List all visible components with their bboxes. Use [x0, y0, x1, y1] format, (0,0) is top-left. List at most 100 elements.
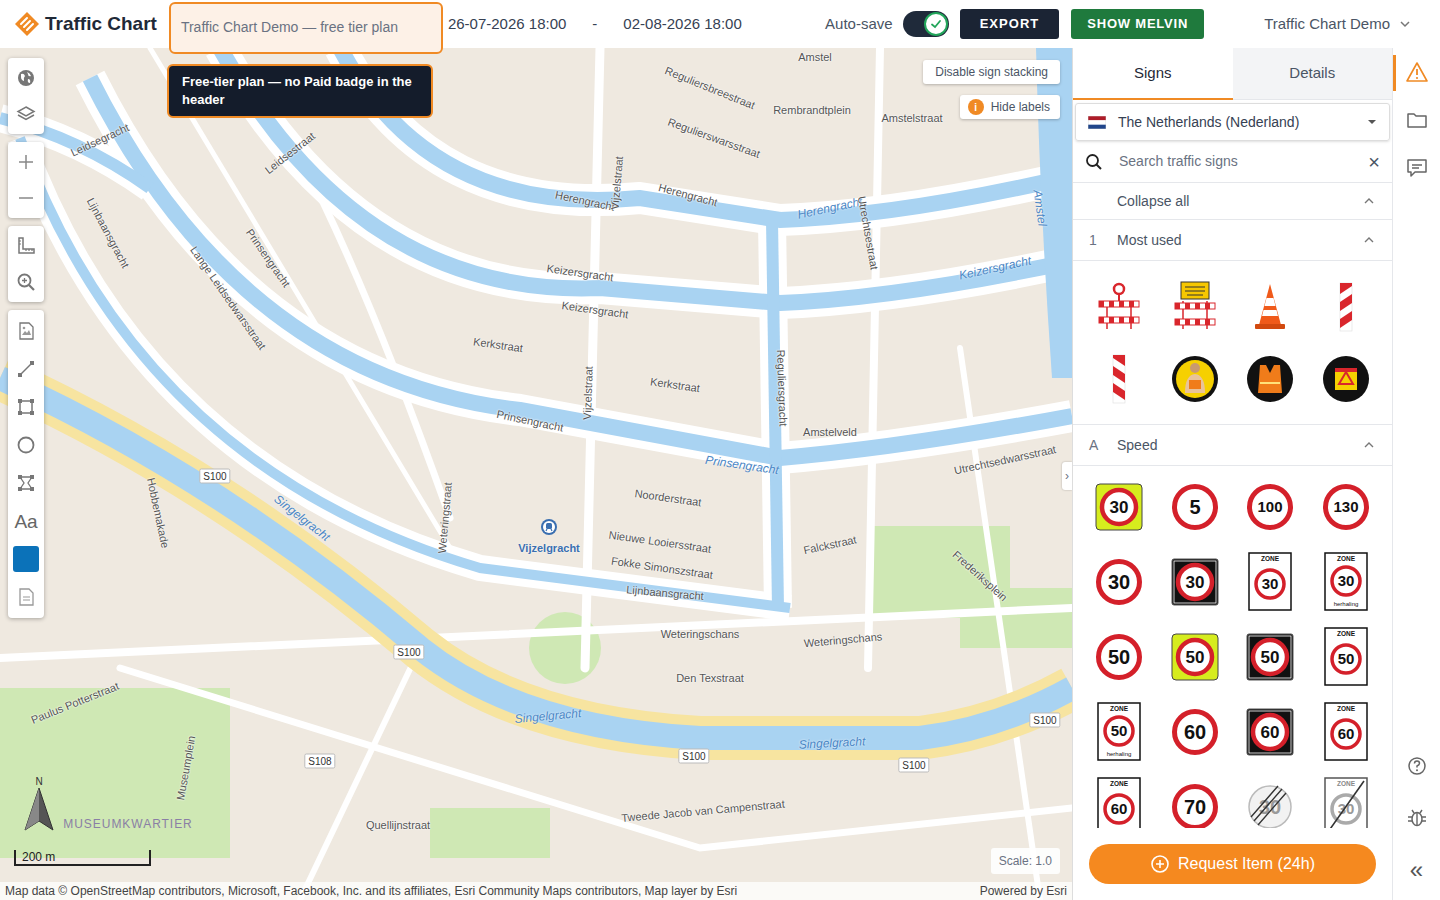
sign-tile[interactable] — [1233, 343, 1309, 415]
panel-collapse-handle[interactable]: › — [1062, 462, 1072, 490]
sign-tile[interactable] — [1308, 271, 1384, 343]
speed-sign[interactable]: ZONE50 — [1322, 627, 1370, 687]
toolbar-button[interactable]: Aa — [8, 502, 44, 540]
start-date[interactable]: 26-07-2026 18:00 — [448, 13, 566, 36]
sign-tile[interactable]: 30 — [1081, 544, 1157, 619]
speed-sign[interactable]: 30 — [1095, 483, 1143, 531]
speed-sign[interactable]: 30 — [1171, 558, 1219, 606]
rail-button[interactable] — [1393, 48, 1440, 96]
collapse-all-row[interactable]: Collapse all — [1073, 183, 1392, 220]
sign-tile[interactable]: ZONE30herhaling — [1308, 544, 1384, 619]
section-header[interactable]: ASpeed — [1073, 425, 1392, 466]
toolbar-button[interactable] — [8, 180, 44, 216]
sign-tile[interactable]: 130 — [1308, 469, 1384, 544]
speed-sign[interactable]: 5 — [1171, 483, 1219, 531]
end-date[interactable]: 02-08-2026 18:00 — [623, 13, 741, 36]
collapse-rail-button[interactable]: « — [1410, 858, 1423, 882]
speed-sign[interactable]: 100 — [1246, 483, 1294, 531]
speed-sign[interactable]: 60 — [1246, 708, 1294, 756]
speed-sign[interactable]: 60 — [1171, 708, 1219, 756]
show-melvin-button[interactable]: SHOW MELVIN — [1071, 9, 1204, 39]
toolbar-button[interactable] — [8, 578, 44, 616]
sign-tile[interactable] — [1233, 271, 1309, 343]
traffic-sign[interactable] — [1095, 353, 1143, 405]
panel-tab[interactable]: Details — [1233, 48, 1393, 100]
date-range[interactable]: 26-07-2026 18:00-02-08-2026 18:00 — [448, 0, 742, 48]
sign-tile[interactable]: ZONE30 — [1233, 544, 1309, 619]
sign-tile[interactable]: 30 — [1157, 544, 1233, 619]
sign-tile[interactable]: 50 — [1233, 619, 1309, 694]
speed-sign[interactable]: 50 — [1171, 633, 1219, 681]
speed-sign[interactable]: 130 — [1322, 483, 1370, 531]
rail-button[interactable]: « — [1393, 844, 1440, 896]
request-item-button[interactable]: Request Item (24h) — [1089, 844, 1376, 884]
sign-tile[interactable]: 30 — [1081, 469, 1157, 544]
toolbar-button[interactable] — [8, 540, 44, 578]
speed-sign[interactable]: ZONE60 — [1322, 702, 1370, 762]
speed-sign[interactable]: 70 — [1171, 783, 1219, 829]
speed-sign[interactable]: 30 — [1095, 558, 1143, 606]
traffic-sign[interactable] — [1171, 353, 1219, 405]
toolbar-button[interactable] — [8, 144, 44, 180]
sign-tile[interactable]: 100 — [1233, 469, 1309, 544]
speed-sign[interactable]: ZONE50herhaling — [1095, 702, 1143, 762]
toolbar-button[interactable] — [8, 96, 44, 132]
clear-search-button[interactable]: × — [1368, 152, 1380, 172]
sign-tile[interactable]: 60 — [1233, 694, 1309, 769]
account-menu[interactable]: Traffic Chart Demo — [1264, 13, 1412, 36]
sign-tile[interactable] — [1308, 343, 1384, 415]
traffic-sign[interactable] — [1171, 281, 1219, 333]
toolbar-button[interactable] — [8, 264, 44, 300]
speed-sign[interactable]: 30 — [1246, 783, 1294, 829]
sign-tile[interactable]: 50 — [1157, 619, 1233, 694]
sign-tile[interactable]: 60 — [1157, 694, 1233, 769]
traffic-sign[interactable] — [1095, 281, 1143, 333]
sign-tile[interactable] — [1081, 271, 1157, 343]
traffic-sign[interactable] — [1322, 281, 1370, 333]
toolbar-button[interactable] — [8, 388, 44, 426]
sign-tile[interactable]: ZONE30 — [1308, 769, 1384, 828]
sign-tile[interactable]: ZONE50 — [1308, 619, 1384, 694]
country-select[interactable]: The Netherlands (Nederland) — [1075, 103, 1390, 141]
toolbar-button[interactable] — [8, 228, 44, 264]
sign-tile[interactable]: 70 — [1157, 769, 1233, 828]
chevron-up-icon[interactable] — [1362, 438, 1376, 452]
sign-tile[interactable] — [1157, 271, 1233, 343]
traffic-sign[interactable] — [1246, 353, 1294, 405]
rail-button[interactable] — [1393, 740, 1440, 792]
speed-sign[interactable]: ZONE30herhaling — [1322, 552, 1370, 612]
traffic-sign[interactable] — [1322, 353, 1370, 405]
toolbar-button[interactable] — [8, 60, 44, 96]
color-swatch[interactable] — [13, 546, 39, 572]
autosave-toggle[interactable] — [903, 11, 949, 37]
speed-sign[interactable]: ZONE60 — [1095, 777, 1143, 829]
sign-tile[interactable]: ZONE60 — [1081, 769, 1157, 828]
rail-button[interactable] — [1393, 792, 1440, 844]
sign-tile[interactable]: ZONE60 — [1308, 694, 1384, 769]
disable-stacking-button[interactable]: Disable sign stacking — [923, 60, 1060, 84]
section-header[interactable]: 1Most used — [1073, 220, 1392, 261]
export-button[interactable]: EXPORT — [960, 9, 1060, 39]
map[interactable]: AmstelReguliersbreestraatRembrandtpleinA… — [0, 48, 1072, 900]
sign-tile[interactable] — [1157, 343, 1233, 415]
search-input[interactable] — [1119, 151, 1352, 172]
sign-tile[interactable] — [1081, 343, 1157, 415]
speed-sign[interactable]: ZONE30 — [1322, 777, 1370, 829]
sign-tile[interactable]: ZONE50herhaling — [1081, 694, 1157, 769]
toolbar-button[interactable] — [8, 464, 44, 502]
sign-tile[interactable]: 5 — [1157, 469, 1233, 544]
speed-sign[interactable]: ZONE30 — [1246, 552, 1294, 612]
traffic-sign[interactable] — [1246, 281, 1294, 333]
sign-tile[interactable]: 50 — [1081, 619, 1157, 694]
project-title-field[interactable]: Traffic Chart Demo — free tier plan — [169, 2, 443, 54]
sign-tile[interactable]: 30 — [1233, 769, 1309, 828]
toolbar-button[interactable] — [8, 312, 44, 350]
panel-tab[interactable]: Signs — [1073, 48, 1233, 100]
toolbar-button[interactable] — [8, 426, 44, 464]
toolbar-button[interactable] — [8, 350, 44, 388]
rail-button[interactable] — [1393, 96, 1440, 144]
speed-sign[interactable]: 50 — [1246, 633, 1294, 681]
hide-labels-button[interactable]: iHide labels — [960, 95, 1060, 119]
chevron-up-icon[interactable] — [1362, 233, 1376, 247]
logo[interactable]: Traffic Chart — [0, 0, 157, 48]
